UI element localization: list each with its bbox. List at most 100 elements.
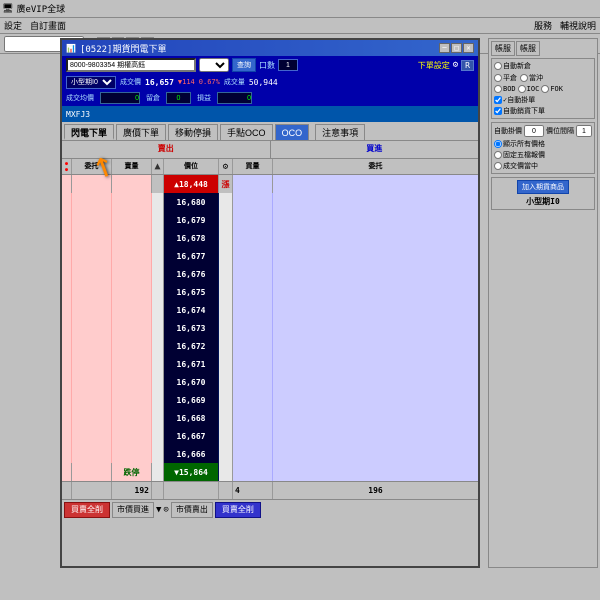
radio-flat[interactable]: 平倉 [494, 73, 517, 83]
avg-price-input[interactable] [100, 92, 140, 104]
radio-ioc[interactable]: IOC [518, 85, 540, 93]
order-settings-bar: 查詢 口數 下單設定 ⚙ R [62, 56, 478, 74]
interval-label: 價位間隔 [546, 126, 574, 136]
price-16673[interactable]: 16,673 [164, 319, 219, 337]
attention-button[interactable]: 注意事項 [315, 124, 365, 140]
right-tab-1[interactable]: 帳服 [491, 41, 515, 56]
price-16668[interactable]: 16,668 [164, 409, 219, 427]
sell-entrust-header: 委托 [72, 159, 112, 174]
radio-trade-mid[interactable]: 成交價當中 [494, 161, 592, 171]
auto-order-checkbox[interactable] [494, 96, 502, 104]
tab-manual-oco[interactable]: 手點OCO [220, 124, 273, 140]
radio-fok[interactable]: FOK [541, 85, 563, 93]
price-16666[interactable]: 16,666 [164, 445, 219, 463]
buy-qty-16680 [233, 193, 273, 211]
fixed-5-label: 固定五檔報價 [503, 150, 545, 160]
price-16674[interactable]: 16,674 [164, 301, 219, 319]
price-16670[interactable]: 16,670 [164, 373, 219, 391]
menu-help[interactable]: 輔視說明 [560, 19, 596, 32]
trade-price-label: 成交價 [120, 77, 141, 87]
trade-mid-label: 成交價當中 [503, 161, 538, 171]
daytrade-label: 當沖 [529, 73, 543, 83]
account-type-select[interactable] [199, 58, 229, 72]
pnl-input[interactable] [217, 92, 252, 104]
price-row-16669: 16,669 [62, 391, 478, 409]
price-16676[interactable]: 16,676 [164, 265, 219, 283]
bid-sell-entrust [72, 463, 112, 481]
buy-header: 買進 [271, 141, 479, 158]
price-16671[interactable]: 16,671 [164, 355, 219, 373]
price-16675[interactable]: 16,675 [164, 283, 219, 301]
price-16680[interactable]: 16,680 [164, 193, 219, 211]
buy-all-button[interactable]: 買賣全削 [215, 502, 261, 518]
price-settings-icon[interactable]: ⚙ [219, 159, 233, 174]
query-button[interactable]: 查詢 [232, 58, 256, 72]
bid-price-cell[interactable]: ▼15,864 [164, 463, 219, 481]
menu-settings[interactable]: 設定 [4, 19, 22, 32]
down-arrow-icon: ▼ [156, 505, 161, 515]
interval-input[interactable] [576, 125, 592, 137]
hold-input[interactable] [166, 92, 191, 104]
price-16678[interactable]: 16,678 [164, 229, 219, 247]
market-buy-button[interactable]: 市價買進 [112, 502, 154, 518]
auto-price-row: 自動掛價 價位間隔 [494, 125, 592, 137]
account-label: 口數 [259, 60, 275, 71]
radio-show-all[interactable]: 顯示所有價格 [494, 139, 592, 149]
price-16679[interactable]: 16,679 [164, 211, 219, 229]
price-row-16673: 16,673 [62, 319, 478, 337]
ask-sell-entrust [72, 175, 112, 193]
show-all-label: 顯示所有價格 [503, 139, 545, 149]
col-headers: ● ● 委托 賣量 ▲ 價位 ⚙ 買量 委托 [62, 159, 478, 175]
sort-icon: ▲ [152, 159, 164, 174]
price-16669[interactable]: 16,669 [164, 391, 219, 409]
bid-tri [152, 463, 164, 481]
close-button[interactable]: ✕ [463, 43, 474, 53]
add-product-button[interactable]: 加入期貨商品 [517, 180, 569, 194]
tab-wide-order[interactable]: 廣價下單 [116, 124, 166, 140]
reset-button[interactable]: R [461, 60, 474, 71]
instrument-code: MXFJ3 [66, 110, 90, 119]
auto-radio-group2: 平倉 當沖 [494, 73, 592, 83]
market-sell-button[interactable]: 市價賣出 [171, 502, 213, 518]
account-qty-input[interactable] [278, 59, 298, 71]
pnl-label: 損益 [197, 93, 211, 103]
ask-sell-qty [112, 175, 152, 193]
auto-price-input[interactable] [524, 125, 544, 137]
price-row-16678: 16,678 [62, 229, 478, 247]
right-tab-2[interactable]: 帳服 [516, 41, 540, 56]
flat-label: 平倉 [503, 73, 517, 83]
tab-flash-order[interactable]: 閃電下單 [64, 124, 114, 140]
price-row-16677: 16,677 [62, 247, 478, 265]
stop-label: 漲 [219, 175, 233, 193]
radio-fixed-5[interactable]: 固定五檔報價 [494, 150, 592, 160]
settings-icon[interactable]: ⚙ [453, 60, 458, 70]
stock-code-input[interactable] [66, 58, 196, 72]
radio-daytrade[interactable]: 當沖 [520, 73, 543, 83]
price-16667[interactable]: 16,667 [164, 427, 219, 445]
menu-customize[interactable]: 自訂畫面 [30, 19, 66, 32]
auto-close-checkbox[interactable] [494, 107, 502, 115]
auto-order-label: ✓自動掛單 [503, 95, 535, 105]
menu-service[interactable]: 服務 [534, 19, 552, 32]
maximize-button[interactable]: □ [451, 43, 462, 53]
bod-label: BOD [503, 85, 516, 93]
trade-price: 16,657 [145, 78, 174, 87]
sub-title-icon: 📊 [66, 44, 76, 53]
order-type-group: BOD IOC FOK [494, 85, 592, 93]
tab-oco[interactable]: OCO [275, 124, 310, 140]
radio-auto-new[interactable]: 自動新倉 [494, 61, 531, 71]
sell-all-button[interactable]: 買賣全削 [64, 502, 110, 518]
radio-bod[interactable]: BOD [494, 85, 516, 93]
sell-qty-16680 [112, 193, 152, 211]
minimize-button[interactable]: ─ [439, 43, 450, 53]
tab-trailing-stop[interactable]: 移動停損 [168, 124, 218, 140]
sub-titlebar: 📊 [0522]期貨閃電下單 ─ □ ✕ [62, 40, 478, 56]
product-name: 小型期I0 [494, 196, 592, 207]
price-row-16674: 16,674 [62, 301, 478, 319]
circle-icon: ⊙ [163, 505, 168, 515]
instrument-select[interactable]: 小型期I0 [66, 76, 116, 89]
price-16677[interactable]: 16,677 [164, 247, 219, 265]
change-value: ▼114 [178, 78, 195, 86]
ask-price-cell[interactable]: ▲18,448 [164, 175, 219, 193]
price-16672[interactable]: 16,672 [164, 337, 219, 355]
